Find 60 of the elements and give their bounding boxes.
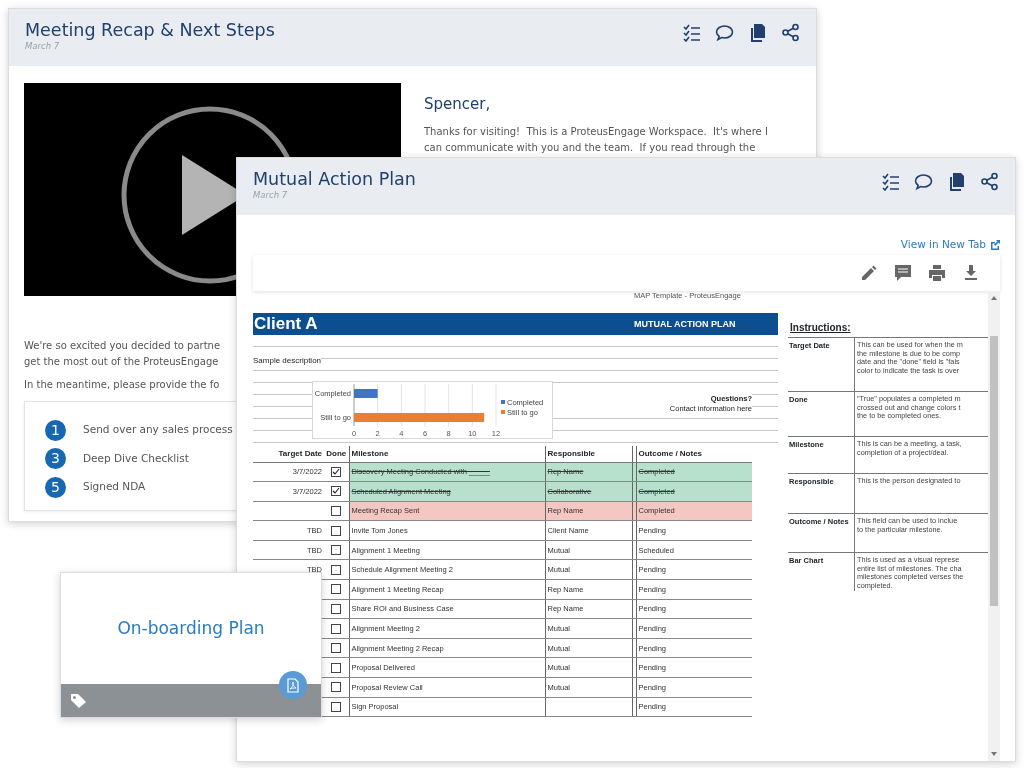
greeting-text: Spencer, — [424, 94, 492, 115]
checkbox[interactable] — [331, 486, 342, 497]
plan-label: MUTUAL ACTION PLAN — [634, 318, 736, 331]
view-in-new-tab-link[interactable]: View in New Tab — [900, 234, 1000, 255]
intro-text: We're so excited you decided to partne — [24, 339, 221, 353]
comment-icon[interactable] — [914, 172, 933, 191]
checkbox[interactable] — [331, 564, 342, 575]
checklist-icon[interactable] — [881, 172, 900, 191]
scrollbar[interactable] — [988, 291, 1000, 761]
step-text: Signed NDA — [83, 479, 146, 495]
checkbox[interactable] — [331, 525, 342, 536]
printer-icon[interactable] — [928, 264, 946, 282]
step-text: Send over any sales process — [83, 422, 233, 438]
description-text: Sample description — [253, 355, 322, 366]
card-title[interactable]: On-boarding Plan — [117, 615, 265, 642]
card-date: March 7 — [253, 190, 289, 201]
checkbox[interactable] — [331, 545, 342, 556]
checkbox[interactable] — [331, 682, 342, 693]
checkbox[interactable] — [331, 623, 342, 634]
step-number: 1 — [45, 419, 66, 441]
download-icon[interactable] — [962, 264, 980, 282]
column-header: Responsible — [547, 448, 596, 458]
copy-icon[interactable] — [748, 23, 767, 42]
step-text: Deep Dive Checklist — [83, 450, 189, 466]
scrollbar-thumb[interactable] — [990, 336, 998, 606]
instructions-heading: Instructions: — [789, 321, 852, 335]
checkbox[interactable] — [331, 603, 342, 614]
card-title: Mutual Action Plan — [253, 168, 416, 190]
client-name: Client A — [253, 313, 319, 335]
step-number: 3 — [45, 448, 66, 470]
external-link-icon — [990, 239, 1000, 250]
scroll-down-icon[interactable] — [990, 751, 998, 757]
card-date: March 7 — [25, 41, 61, 52]
checkbox[interactable] — [331, 466, 342, 477]
pdf-file-icon — [287, 677, 299, 693]
checkbox[interactable] — [331, 506, 342, 516]
scroll-up-icon[interactable] — [990, 295, 998, 301]
share-icon[interactable] — [980, 172, 999, 191]
checkbox[interactable] — [331, 584, 342, 595]
column-header: Milestone — [351, 448, 389, 458]
tag-icon — [70, 692, 88, 709]
copy-icon[interactable] — [947, 172, 966, 191]
checklist-icon[interactable] — [682, 23, 701, 42]
share-icon[interactable] — [781, 23, 800, 42]
column-header: Target Date — [278, 448, 322, 458]
card-title: Meeting Recap & Next Steps — [25, 19, 275, 41]
request-text: In the meantime, please provide the fo — [24, 378, 220, 392]
step-number: 5 — [45, 476, 66, 498]
message-text: Thanks for visiting! This is a ProteusEngage Workspace. It's where I — [424, 124, 768, 139]
comment-icon[interactable] — [894, 264, 912, 282]
message-text: can communicate with you and the team. If you read through the — [424, 140, 756, 155]
checkbox[interactable] — [331, 662, 342, 673]
column-header: Done — [326, 448, 347, 458]
checkbox[interactable] — [331, 643, 342, 654]
comment-icon[interactable] — [715, 23, 734, 42]
column-header: Outcome / Notes — [638, 448, 703, 458]
pencil-icon[interactable] — [860, 264, 878, 282]
checkbox[interactable] — [331, 701, 342, 712]
intro-text: get the most out of the ProteusEngage — [24, 355, 219, 369]
pdf-button[interactable] — [279, 671, 307, 699]
